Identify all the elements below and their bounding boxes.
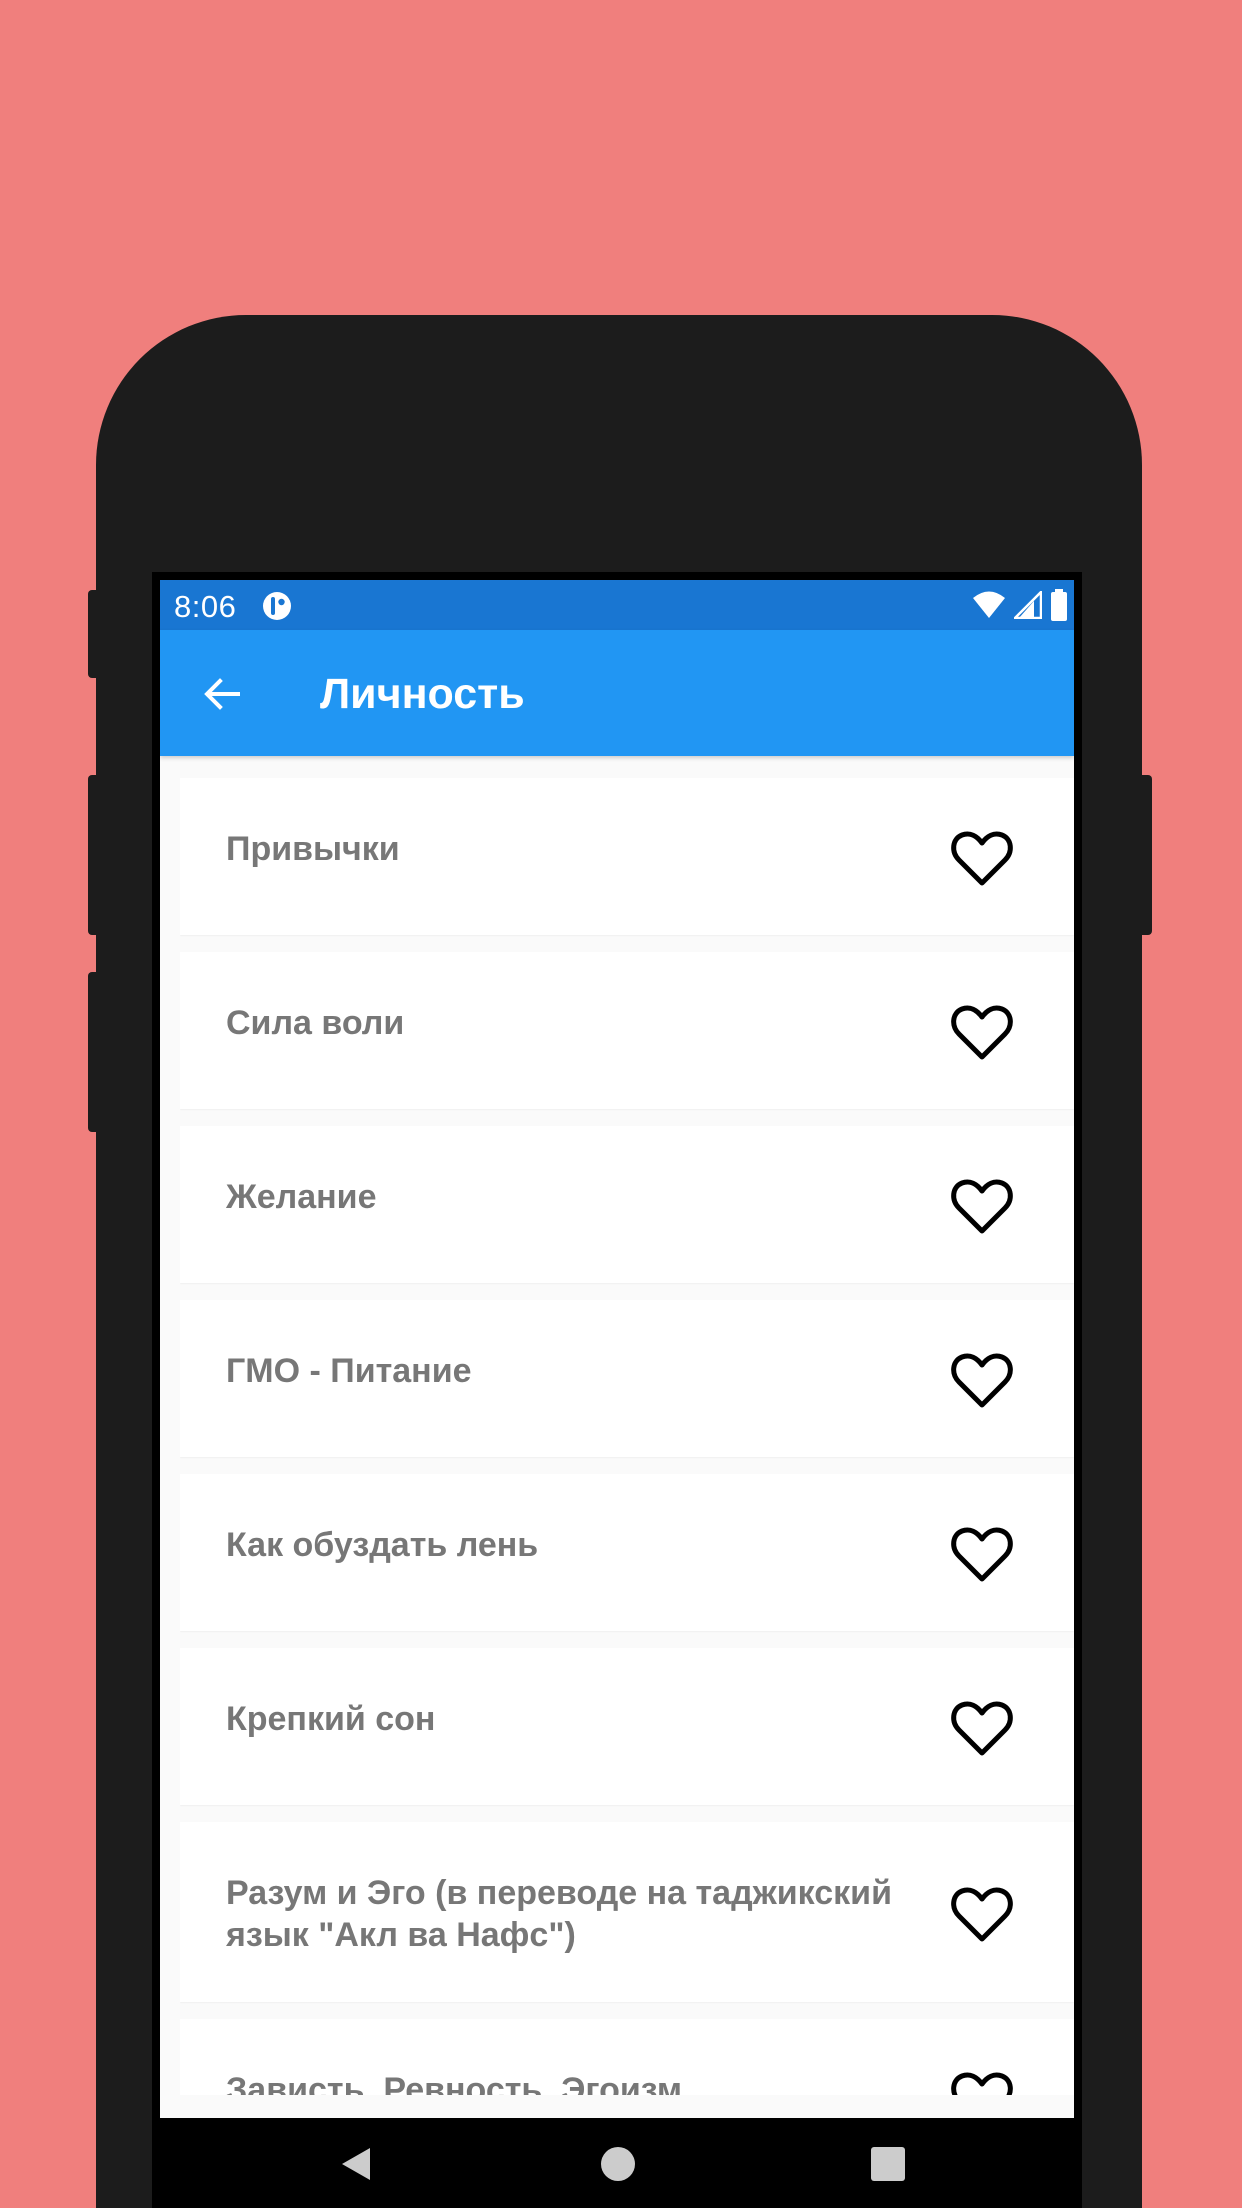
app-screen: 8:06 Личность Привычки Сила воли Желание… (160, 580, 1074, 2208)
list-item[interactable]: Как обуздать лень (180, 1474, 1074, 1631)
status-icons (972, 588, 1068, 622)
heart-outline-icon[interactable] (950, 1350, 1014, 1410)
phone-screen: 8:06 Личность Привычки Сила воли Желание… (152, 572, 1082, 2208)
list-item-title: Разум и Эго (в переводе на таджикский яз… (226, 1874, 892, 1954)
page-title: Личность (320, 670, 525, 718)
page: 8:06 Личность Привычки Сила воли Желание… (0, 0, 1242, 2208)
list-item[interactable]: Сила воли (180, 952, 1074, 1109)
arrow-left-icon (204, 678, 240, 710)
list-item[interactable]: Привычки (180, 778, 1074, 935)
app-notification-icon (263, 592, 291, 620)
heart-outline-icon[interactable] (950, 1524, 1014, 1584)
nav-back-button[interactable] (332, 2140, 380, 2188)
status-time: 8:06 (174, 589, 237, 624)
list-item-title: Сила воли (226, 1004, 405, 1042)
nav-recents-button[interactable] (864, 2140, 912, 2188)
list-item[interactable]: Разум и Эго (в переводе на таджикский яз… (180, 1822, 1074, 2002)
back-triangle-icon (342, 2148, 370, 2180)
status-bar: 8:06 (160, 580, 1074, 630)
battery-icon (1051, 589, 1067, 621)
topic-list: Привычки Сила воли Желание ГМО - Питание… (180, 778, 1074, 2118)
app-bar: Личность (160, 630, 1074, 756)
cell-signal-icon (1014, 591, 1042, 619)
wifi-icon (973, 591, 1005, 618)
list-item-title: ГМО - Питание (226, 1352, 472, 1390)
list-item-title: Привычки (226, 830, 400, 868)
heart-outline-icon[interactable] (950, 1698, 1014, 1758)
heart-outline-icon[interactable] (950, 1176, 1014, 1236)
list-item[interactable]: ГМО - Питание (180, 1300, 1074, 1457)
back-button[interactable] (194, 666, 250, 722)
home-circle-icon (601, 2147, 635, 2181)
heart-outline-icon[interactable] (950, 1884, 1014, 1944)
list-item-title: Желание (226, 1178, 377, 1216)
list-item[interactable]: Крепкий сон (180, 1648, 1074, 1805)
list-item-title: Крепкий сон (226, 1700, 436, 1738)
system-navigation-bar (160, 2118, 1074, 2208)
nav-home-button[interactable] (594, 2140, 642, 2188)
recents-square-icon (871, 2147, 905, 2181)
list-item[interactable]: Желание (180, 1126, 1074, 1283)
list-item-title: Как обуздать лень (226, 1526, 539, 1564)
heart-outline-icon[interactable] (950, 1002, 1014, 1062)
heart-outline-icon[interactable] (950, 828, 1014, 888)
